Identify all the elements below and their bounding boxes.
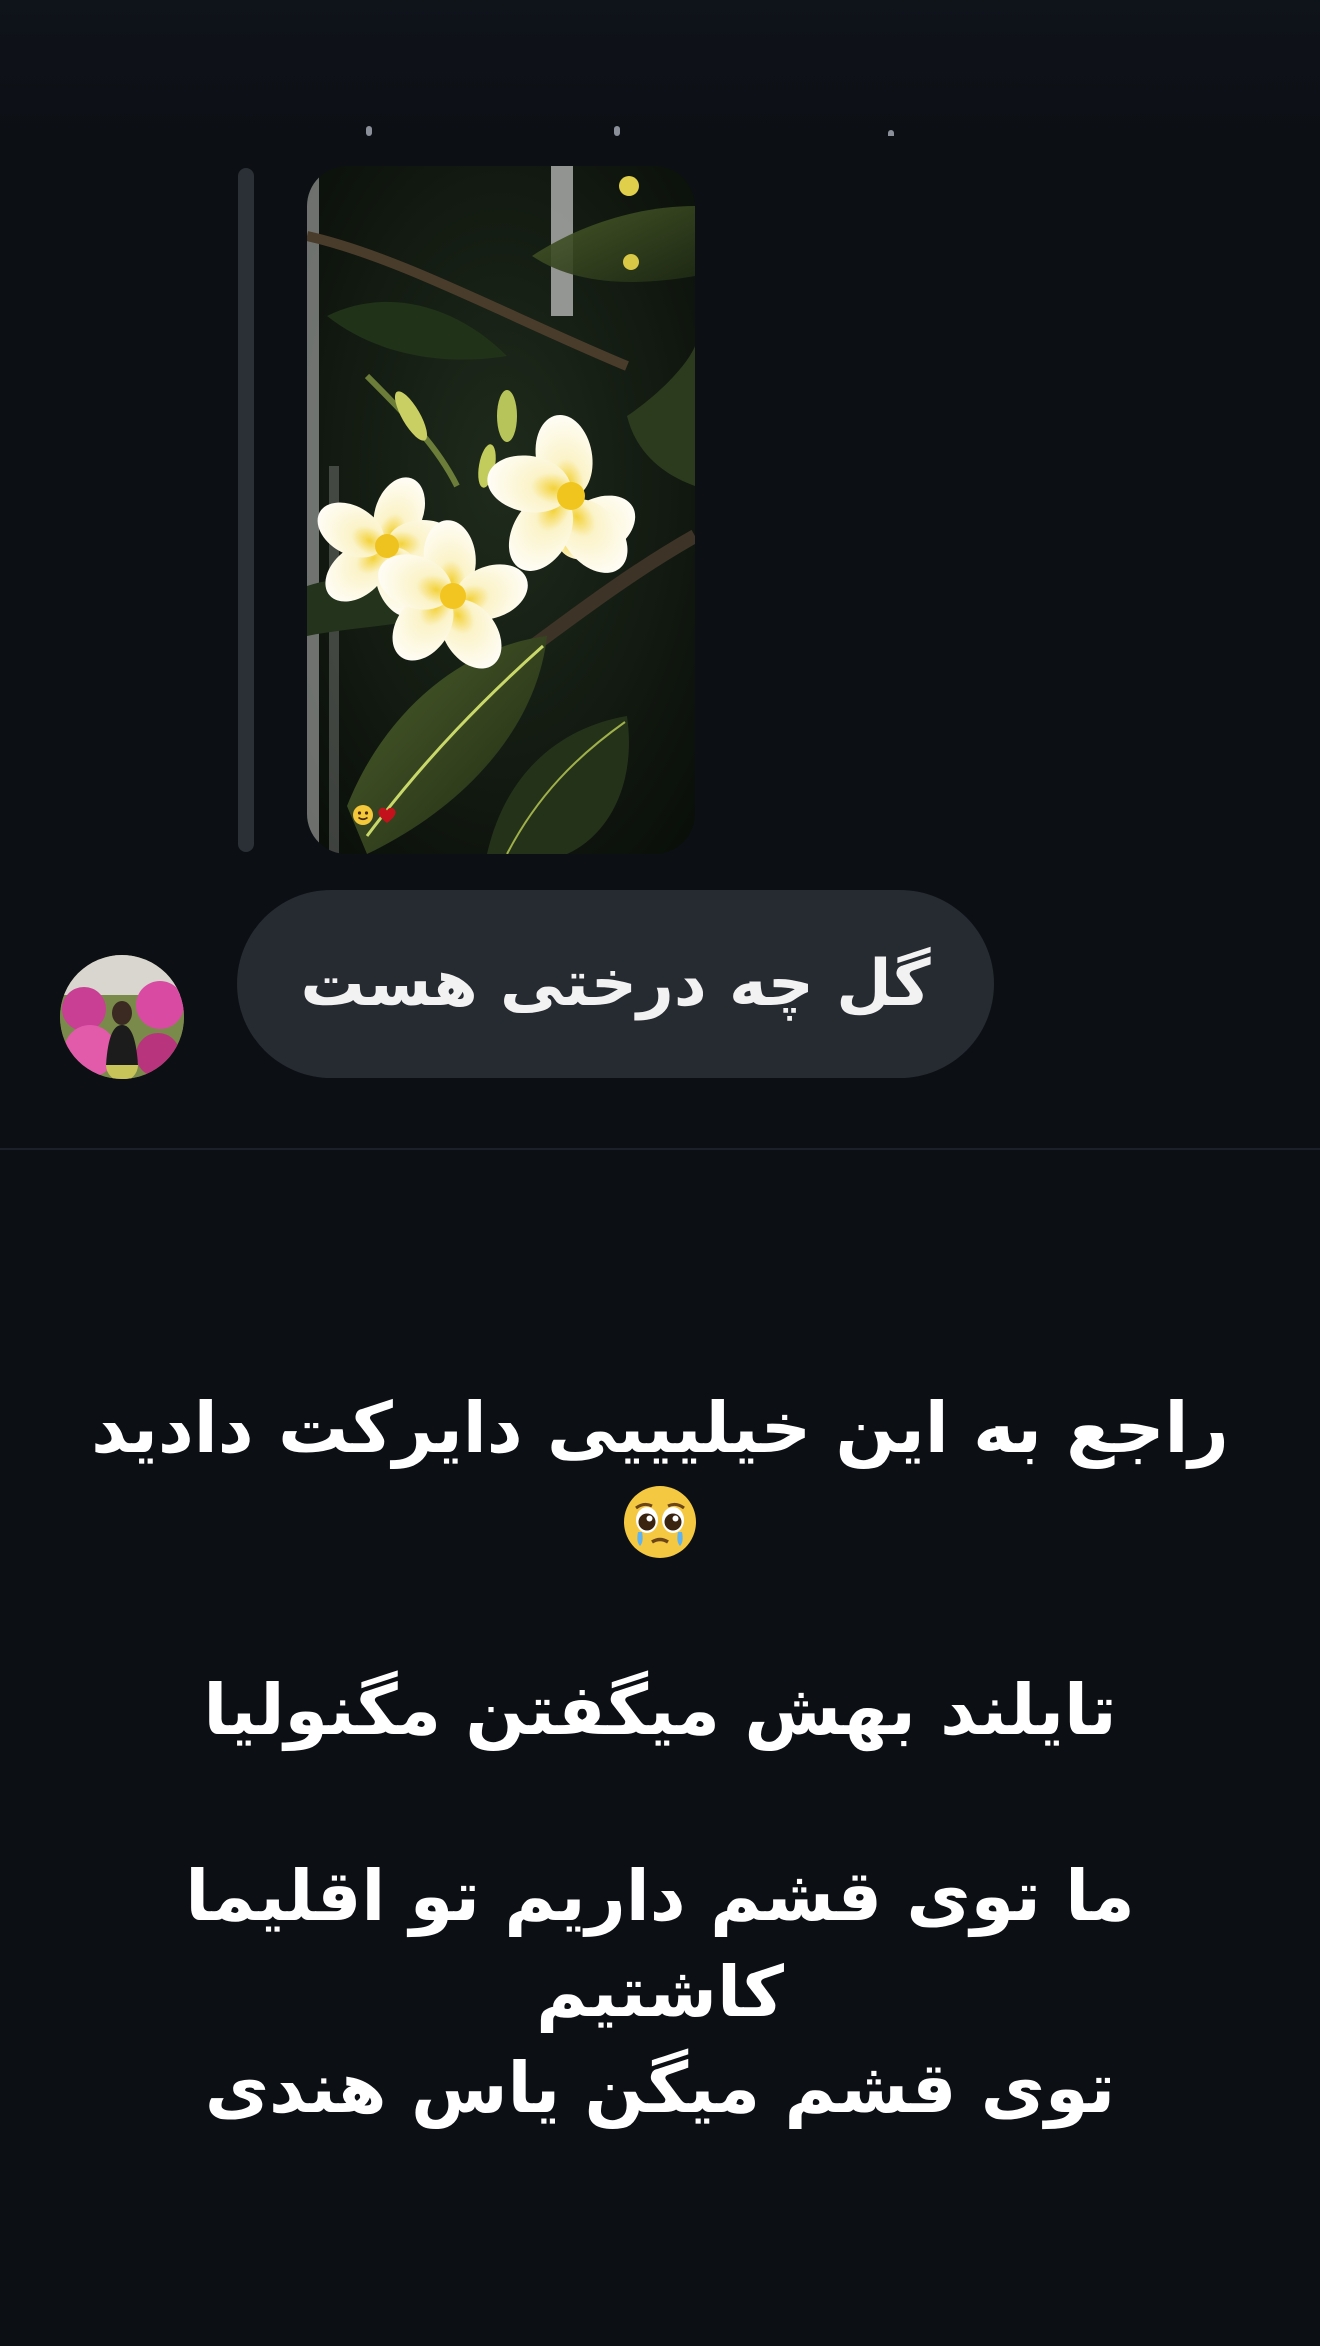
caption-line-2: تایلند بهش میگفتن مگنولیا (203, 1669, 1117, 1751)
reply-indicator-bar (238, 168, 254, 852)
pleading-face-icon (622, 1484, 698, 1560)
caption-text-block: راجع به این خیلیییی دایرکت دادید تایلند … (90, 1380, 1230, 2136)
divider (0, 1148, 1320, 1150)
caption-line-4: توی قشم میگن یاس هندی (204, 2047, 1116, 2129)
replied-story-image[interactable] (307, 166, 695, 854)
caption-line-1: راجع به این خیلیییی دایرکت دادید (91, 1387, 1229, 1469)
red-heart-icon (376, 804, 398, 826)
caption-line: راجع به این خیلیییی دایرکت دادید (90, 1380, 1230, 1572)
caption-line-3: ما توی قشم داریم تو اقلیما کاشتیم (185, 1855, 1135, 2033)
story-reaction (352, 804, 398, 826)
message-text: گل چه درختی هست (300, 947, 931, 1021)
message-bubble[interactable]: گل چه درختی هست (237, 890, 994, 1078)
smiling-face-icon (352, 804, 374, 826)
clipped-previous-message (360, 106, 920, 136)
avatar[interactable] (60, 955, 184, 1079)
